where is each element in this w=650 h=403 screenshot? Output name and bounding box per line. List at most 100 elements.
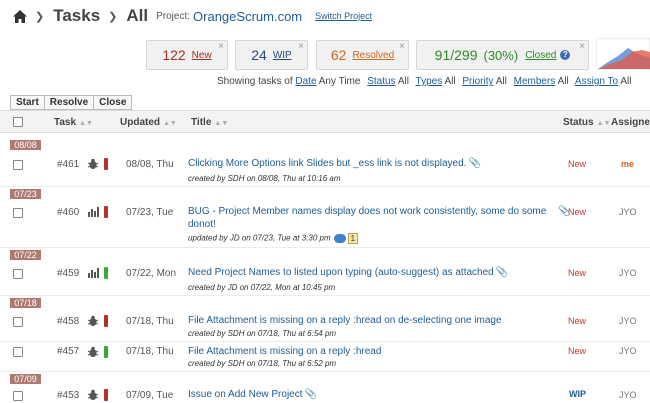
- task-number[interactable]: #458: [57, 316, 79, 327]
- task-title-link[interactable]: Need Project Names to listed upon typing…: [188, 267, 494, 278]
- status-badge: WIP: [569, 389, 586, 399]
- table-row[interactable]: #460 07/23, Tue BUG - Project Member nam…: [0, 202, 650, 246]
- breadcrumb-section[interactable]: Tasks: [53, 6, 100, 26]
- home-icon[interactable]: [12, 9, 28, 24]
- breadcrumb-filter[interactable]: All: [126, 6, 148, 26]
- task-number[interactable]: #460: [57, 207, 79, 218]
- sort-icon: ▲▼: [79, 120, 93, 127]
- column-status[interactable]: Status ▲▼: [563, 117, 610, 128]
- row-checkbox[interactable]: [13, 269, 23, 279]
- help-icon[interactable]: ?: [560, 50, 571, 60]
- stat-closed-label[interactable]: Closed: [525, 50, 556, 61]
- assignee[interactable]: JYO: [619, 346, 637, 356]
- task-title-link[interactable]: Clicking More Options link Slides but _e…: [188, 158, 466, 169]
- close-button[interactable]: Close: [93, 95, 133, 110]
- row-divider: [0, 247, 650, 248]
- task-title-link[interactable]: BUG - Project Member names display does …: [188, 206, 546, 217]
- table-header: Task ▲▼ Updated ▲▼ Title ▲▼ Status ▲▼ Assign…: [0, 110, 650, 133]
- filter-types-value: All: [444, 76, 456, 87]
- table-row[interactable]: #461 08/08, Thu Clicking More Options li…: [0, 152, 650, 186]
- stat-wip-label[interactable]: WIP: [273, 50, 292, 61]
- close-icon[interactable]: ×: [579, 41, 585, 52]
- stat-resolved[interactable]: 62 Resolved ×: [316, 40, 409, 70]
- close-icon[interactable]: ×: [218, 41, 224, 52]
- paperclip-icon: 📎: [495, 267, 509, 278]
- sort-icon: ▲▼: [596, 120, 611, 127]
- task-meta: created by JD on 07/22, Mon at 10:45 pm: [188, 283, 336, 292]
- close-icon[interactable]: ×: [298, 41, 304, 52]
- table-row[interactable]: #453 07/09, Tue Issue on Add New Project…: [0, 387, 650, 403]
- column-task[interactable]: Task ▲▼: [54, 117, 93, 128]
- filter-members[interactable]: Members: [514, 76, 556, 87]
- stat-new-label[interactable]: New: [192, 50, 212, 61]
- table-row[interactable]: #458 07/18, Thu File Attachment is missi…: [0, 311, 650, 341]
- status-badge: New: [568, 159, 587, 169]
- updated-date: 07/22, Mon: [126, 268, 177, 279]
- comment-count-badge[interactable]: 1: [347, 233, 359, 244]
- filter-date[interactable]: Date: [295, 76, 316, 87]
- task-title-link[interactable]: File Attachment is missing on a reply :h…: [188, 346, 381, 357]
- task-title-cell: BUG - Project Member names display does …: [188, 206, 546, 217]
- progress-mini-chart[interactable]: [595, 37, 650, 71]
- column-title[interactable]: Title ▲▼: [191, 117, 228, 128]
- updated-date: 07/18, Thu: [126, 316, 174, 327]
- date-group-tag: 07/09: [10, 374, 41, 384]
- stat-new[interactable]: 122 New ×: [146, 40, 228, 70]
- column-status-label: Status: [563, 117, 594, 128]
- row-checkbox[interactable]: [13, 347, 23, 357]
- stat-closed[interactable]: 91/299 (30%) Closed ? ×: [416, 40, 589, 70]
- column-updated-label: Updated: [120, 117, 160, 128]
- task-meta: created by SDH on 08/08, Thu at 10:16 am: [188, 174, 341, 183]
- row-checkbox[interactable]: [13, 317, 23, 327]
- filter-priority[interactable]: Priority: [462, 76, 493, 87]
- updated-date: 07/23, Tue: [126, 207, 174, 218]
- task-number[interactable]: #453: [57, 390, 79, 401]
- priority-high-indicator: [104, 158, 108, 170]
- select-all-checkbox[interactable]: [13, 117, 23, 127]
- date-group-tag: 07/18: [10, 298, 41, 308]
- table-row[interactable]: #459 07/22, Mon Need Project Names to li…: [0, 263, 650, 295]
- date-group-tag: 08/08: [10, 140, 41, 150]
- resolve-button[interactable]: Resolve: [43, 95, 95, 110]
- column-assigned[interactable]: Assigned: [611, 117, 650, 128]
- task-title-link[interactable]: File Attachment is missing on a reply :h…: [188, 315, 502, 326]
- switch-project-link[interactable]: Switch Project: [315, 11, 372, 21]
- task-title-link-continued[interactable]: donot!: [188, 219, 216, 230]
- filter-status[interactable]: Status: [367, 76, 395, 87]
- comment-icon[interactable]: [333, 234, 346, 243]
- start-button[interactable]: Start: [10, 95, 45, 110]
- task-number[interactable]: #461: [57, 159, 79, 170]
- priority-high-indicator: [104, 206, 108, 218]
- task-number[interactable]: #457: [57, 346, 79, 357]
- assignee[interactable]: JYO: [619, 207, 637, 217]
- status-badge: New: [568, 207, 587, 217]
- priority-high-indicator: [104, 389, 108, 401]
- column-title-label: Title: [191, 117, 212, 128]
- assignee[interactable]: me: [621, 159, 634, 169]
- task-title-link[interactable]: Issue on Add New Project: [188, 389, 303, 400]
- row-checkbox[interactable]: [13, 160, 23, 170]
- row-checkbox[interactable]: [13, 208, 23, 218]
- stat-resolved-count: 62: [330, 47, 347, 63]
- filter-types[interactable]: Types: [416, 76, 443, 87]
- task-number[interactable]: #459: [57, 268, 79, 279]
- stat-wip[interactable]: 24 WIP ×: [235, 40, 308, 70]
- priority-high-indicator: [104, 315, 108, 327]
- assignee[interactable]: JYO: [619, 268, 637, 278]
- table-row[interactable]: #457 07/18, Thu File Attachment is missi…: [0, 342, 650, 370]
- stat-closed-count: 91/299: [434, 47, 478, 63]
- row-checkbox[interactable]: [13, 391, 23, 401]
- close-icon[interactable]: ×: [399, 41, 405, 52]
- assignee[interactable]: JYO: [619, 390, 637, 400]
- bug-icon: [87, 158, 99, 170]
- stat-resolved-label[interactable]: Resolved: [352, 50, 394, 61]
- status-badge: New: [568, 346, 587, 356]
- sort-icon: ▲▼: [163, 120, 177, 127]
- project-name[interactable]: OrangeScrum.com: [193, 9, 302, 24]
- filter-priority-value: All: [495, 76, 507, 87]
- column-updated[interactable]: Updated ▲▼: [120, 117, 177, 128]
- task-meta: created by SDH on 07/18, Thu at 6:52 pm: [188, 359, 337, 368]
- updated-date: 07/09, Tue: [126, 390, 174, 401]
- filter-assign-to[interactable]: Assign To: [575, 76, 618, 87]
- assignee[interactable]: JYO: [619, 316, 637, 326]
